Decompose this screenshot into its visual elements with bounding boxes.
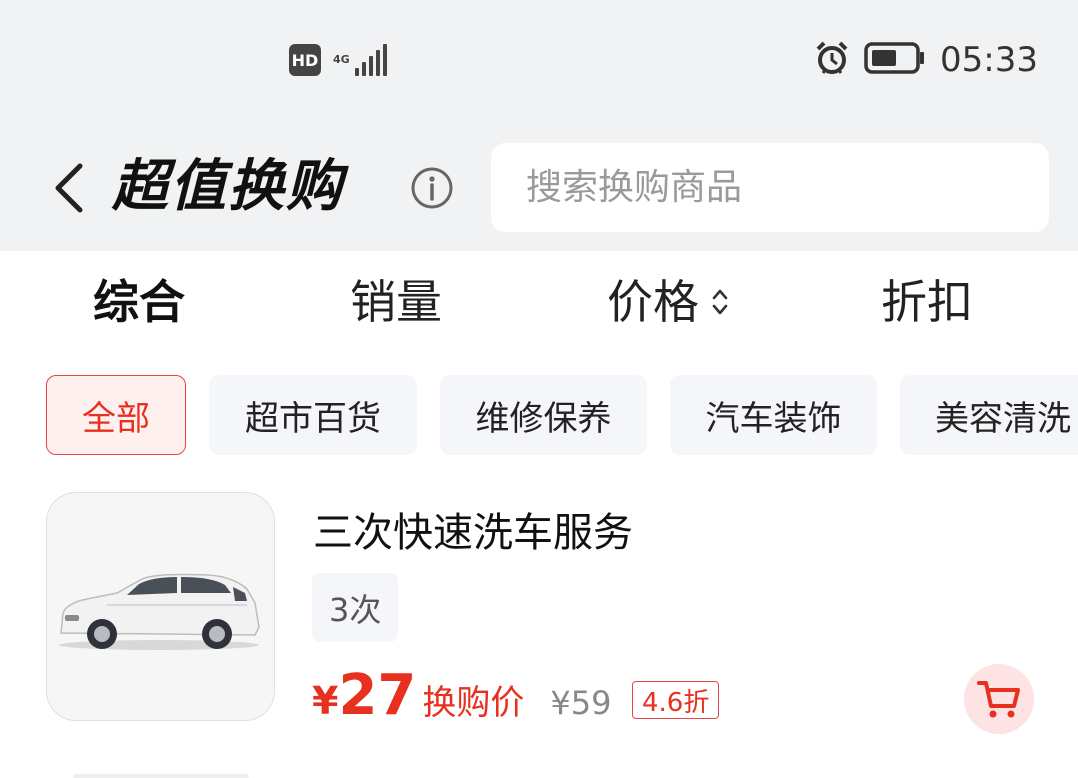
sort-tab-price[interactable]: 价格: [607, 270, 731, 334]
discount-badge: 4.6折: [632, 681, 720, 719]
cart-icon: [977, 681, 1020, 718]
chip-label: 维修保养: [475, 398, 612, 439]
hd-icon: HD: [289, 44, 321, 76]
chip-beauty-wash[interactable]: 美容清洗: [900, 375, 1078, 455]
sort-tab-label: 销量: [350, 275, 442, 329]
white-suv-image: [59, 573, 260, 650]
sort-tab-comprehensive[interactable]: 综合: [93, 270, 185, 334]
product-spec-tag: 3次: [312, 573, 399, 642]
page-title: 超值换购: [112, 154, 344, 219]
status-bar-right: 05:33: [814, 40, 1038, 80]
info-button[interactable]: [410, 166, 454, 210]
chip-car-decoration[interactable]: 汽车装饰: [670, 375, 877, 455]
chip-label: 全部: [82, 398, 150, 439]
sort-tab-sales[interactable]: 销量: [350, 270, 442, 334]
spec-label: 3次: [329, 590, 382, 629]
back-button[interactable]: [50, 162, 90, 214]
sort-arrows-icon: [712, 289, 728, 315]
network-type-label: 4G: [333, 53, 350, 66]
status-time: 05:33: [940, 40, 1038, 80]
product-image[interactable]: [46, 492, 275, 721]
original-price: ¥59: [550, 684, 612, 722]
sort-tab-label: 价格: [607, 275, 699, 329]
chip-supermarket[interactable]: 超市百货: [209, 375, 417, 455]
chip-all[interactable]: 全部: [46, 375, 186, 455]
discount-label: 4.6折: [642, 687, 710, 718]
chip-maintenance[interactable]: 维修保养: [440, 375, 647, 455]
sort-tab-label: 综合: [93, 275, 185, 329]
back-arrow-icon: [55, 163, 83, 213]
chip-label: 汽车装饰: [705, 398, 842, 439]
info-icon: [411, 167, 453, 209]
status-bar-left: HD 4G: [289, 44, 387, 76]
next-card-hint: [73, 774, 249, 778]
search-input[interactable]: [491, 143, 1026, 232]
sort-tab-label: 折扣: [881, 275, 973, 329]
search-box: [491, 143, 1049, 232]
alarm-icon: [814, 40, 850, 80]
battery-icon: [864, 41, 926, 79]
exchange-price-label: 换购价: [422, 683, 525, 723]
add-to-cart-button[interactable]: [964, 664, 1034, 734]
price-row: ¥ 27 换购价 ¥59: [312, 663, 649, 733]
chip-label: 超市百货: [245, 398, 381, 439]
sort-tab-discount[interactable]: 折扣: [881, 270, 973, 334]
product-name[interactable]: 三次快速洗车服务: [313, 500, 633, 558]
chip-label: 美容清洗: [935, 398, 1071, 439]
price-currency: ¥: [312, 679, 339, 723]
signal-icon: 4G: [333, 44, 387, 76]
exchange-price: 27: [338, 663, 417, 728]
